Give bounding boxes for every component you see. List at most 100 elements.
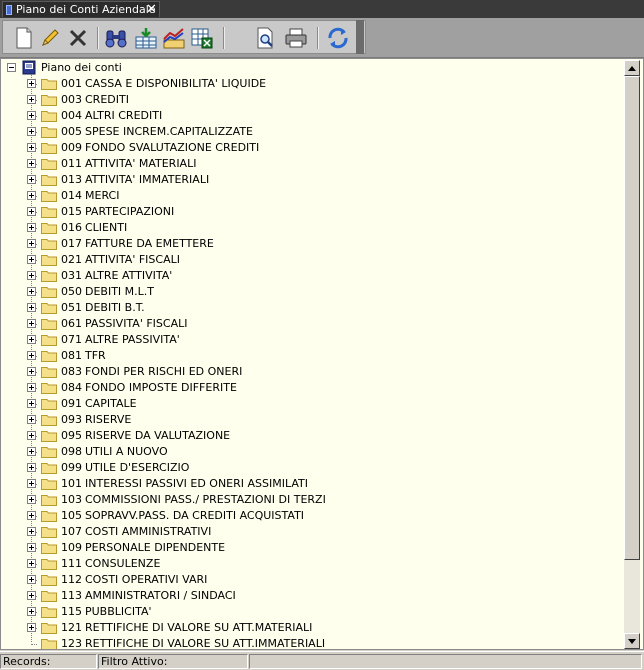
expand-icon[interactable]	[27, 271, 36, 280]
tree-item[interactable]: 015 PARTECIPAZIONI	[1, 204, 621, 220]
new-document-button[interactable]	[11, 25, 37, 51]
tree-item[interactable]: 107 COSTI AMMINISTRATIVI	[1, 524, 621, 540]
account-code: 001	[61, 77, 82, 90]
expand-icon[interactable]	[27, 543, 36, 552]
expand-icon[interactable]	[27, 303, 36, 312]
expand-icon[interactable]	[27, 319, 36, 328]
tree-item[interactable]: 115 PUBBLICITA'	[1, 604, 621, 620]
tree-item[interactable]: 101 INTERESSI PASSIVI ED ONERI ASSIMILATI	[1, 476, 621, 492]
edit-button[interactable]	[37, 25, 63, 51]
expand-icon[interactable]	[27, 191, 36, 200]
toolbar-grip[interactable]	[356, 20, 364, 54]
tree-item[interactable]: 021 ATTIVITA' FISCALI	[1, 252, 621, 268]
import-button[interactable]	[133, 25, 159, 51]
account-name: PERSONALE DIPENDENTE	[85, 541, 226, 554]
tree-item[interactable]: 013 ATTIVITA' IMMATERIALI	[1, 172, 621, 188]
tree-item[interactable]: 031 ALTRE ATTIVITA'	[1, 268, 621, 284]
expand-icon[interactable]	[27, 623, 36, 632]
tree-item[interactable]: 005 SPESE INCREM.CAPITALIZZATE	[1, 124, 621, 140]
expand-icon[interactable]	[27, 127, 36, 136]
print-button[interactable]	[283, 25, 309, 51]
expand-icon[interactable]	[27, 351, 36, 360]
tree-item[interactable]: 081 TFR	[1, 348, 621, 364]
tree-item[interactable]: 050 DEBITI M.L.T	[1, 284, 621, 300]
arrow-up-icon	[628, 65, 636, 71]
expand-icon[interactable]	[27, 383, 36, 392]
account-name: ATTIVITA' IMMATERIALI	[85, 173, 210, 186]
account-tree[interactable]: Piano dei conti 001 CASSA E DISPONIBILITA…	[0, 58, 644, 650]
tree-item[interactable]: 061 PASSIVITA' FISCALI	[1, 316, 621, 332]
tree-item[interactable]: 083 FONDI PER RISCHI ED ONERI	[1, 364, 621, 380]
tree-item[interactable]: 112 COSTI OPERATIVI VARI	[1, 572, 621, 588]
tree-item[interactable]: 098 UTILI A NUOVO	[1, 444, 621, 460]
print-preview-button[interactable]	[253, 25, 279, 51]
document-tab[interactable]: Piano dei Conti Aziendale ✕	[2, 1, 160, 17]
tree-item[interactable]: 009 FONDO SVALUTAZIONE CREDITI	[1, 140, 621, 156]
account-code: 061	[61, 317, 82, 330]
expand-icon[interactable]	[27, 111, 36, 120]
delete-button[interactable]	[65, 25, 91, 51]
expand-icon[interactable]	[27, 607, 36, 616]
tree-item[interactable]: 109 PERSONALE DIPENDENTE	[1, 540, 621, 556]
expand-icon[interactable]	[27, 223, 36, 232]
expand-icon[interactable]	[27, 495, 36, 504]
expand-icon[interactable]	[27, 143, 36, 152]
tree-item[interactable]: 113 AMMINISTRATORI / SINDACI	[1, 588, 621, 604]
expand-icon[interactable]	[27, 255, 36, 264]
expand-icon[interactable]	[27, 399, 36, 408]
scroll-up-button[interactable]	[624, 60, 640, 76]
expand-icon[interactable]	[27, 575, 36, 584]
tree-item[interactable]: 017 FATTURE DA EMETTERE	[1, 236, 621, 252]
tree-item[interactable]: 071 ALTRE PASSIVITA'	[1, 332, 621, 348]
expand-icon[interactable]	[27, 415, 36, 424]
expand-icon[interactable]	[27, 95, 36, 104]
account-code: 095	[61, 429, 82, 442]
tree-item[interactable]: 123 RETTIFICHE DI VALORE SU ATT.IMMATERIA…	[1, 636, 621, 649]
expand-icon[interactable]	[27, 159, 36, 168]
tree-item[interactable]: 014 MERCI	[1, 188, 621, 204]
tree-item[interactable]: 016 CLIENTI	[1, 220, 621, 236]
tree-item[interactable]: 105 SOPRAVV.PASS. DA CREDITI ACQUISTATI	[1, 508, 621, 524]
tree-item[interactable]: 051 DEBITI B.T.	[1, 300, 621, 316]
tree-item[interactable]: 091 CAPITALE	[1, 396, 621, 412]
expand-icon[interactable]	[27, 239, 36, 248]
expand-icon[interactable]	[27, 447, 36, 456]
tree-item[interactable]: 001 CASSA E DISPONIBILITA' LIQUIDE	[1, 76, 621, 92]
chart-button[interactable]	[161, 25, 187, 51]
search-button[interactable]	[103, 25, 129, 51]
expand-icon[interactable]	[27, 335, 36, 344]
vertical-scrollbar[interactable]	[624, 60, 640, 649]
expand-icon[interactable]	[27, 479, 36, 488]
expand-icon[interactable]	[27, 463, 36, 472]
scroll-thumb[interactable]	[624, 76, 640, 560]
tree-item[interactable]: 003 CREDITI	[1, 92, 621, 108]
tree-item[interactable]: 095 RISERVE DA VALUTAZIONE	[1, 428, 621, 444]
tree-item[interactable]: 121 RETTIFICHE DI VALORE SU ATT.MATERIALI	[1, 620, 621, 636]
tree-root[interactable]: Piano dei conti	[1, 60, 621, 76]
expand-icon[interactable]	[27, 367, 36, 376]
tree-item[interactable]: 103 COMMISSIONI PASS./ PRESTAZIONI DI TER…	[1, 492, 621, 508]
expand-icon[interactable]	[27, 79, 36, 88]
account-name: MERCI	[85, 189, 120, 202]
scroll-down-button[interactable]	[624, 633, 640, 649]
expand-icon[interactable]	[27, 559, 36, 568]
expand-icon[interactable]	[27, 431, 36, 440]
collapse-icon[interactable]	[7, 63, 16, 72]
tree-item[interactable]: 111 CONSULENZE	[1, 556, 621, 572]
tree-item[interactable]: 084 FONDO IMPOSTE DIFFERITE	[1, 380, 621, 396]
expand-icon[interactable]	[27, 175, 36, 184]
account-code: 013	[61, 173, 82, 186]
refresh-button[interactable]	[325, 25, 351, 51]
expand-icon[interactable]	[27, 287, 36, 296]
tree-item[interactable]: 011 ATTIVITA' MATERIALI	[1, 156, 621, 172]
close-icon[interactable]: ✕	[144, 2, 159, 17]
expand-icon[interactable]	[27, 207, 36, 216]
expand-icon[interactable]	[27, 527, 36, 536]
account-code: 107	[61, 525, 82, 538]
expand-icon[interactable]	[27, 511, 36, 520]
tree-item[interactable]: 099 UTILE D'ESERCIZIO	[1, 460, 621, 476]
expand-icon[interactable]	[27, 591, 36, 600]
tree-item[interactable]: 093 RISERVE	[1, 412, 621, 428]
tree-item[interactable]: 004 ALTRI CREDITI	[1, 108, 621, 124]
export-excel-button[interactable]	[189, 25, 215, 51]
